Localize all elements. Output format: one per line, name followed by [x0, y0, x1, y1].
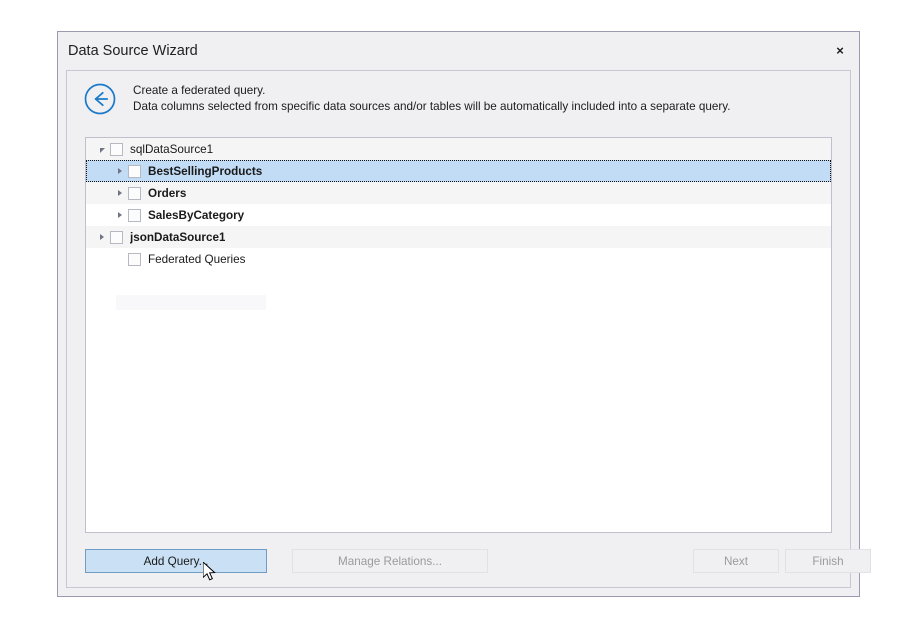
back-arrow-circle-icon[interactable]: [83, 82, 117, 116]
expander-expand-icon[interactable]: [112, 160, 128, 182]
tree-row-label: sqlDataSource1: [130, 142, 214, 156]
banner-description: Data columns selected from specific data…: [133, 100, 731, 113]
tree-row[interactable]: SalesByCategory: [86, 204, 831, 226]
tree-row[interactable]: jsonDataSource1: [86, 226, 831, 248]
row-checkbox[interactable]: [128, 252, 141, 266]
add-query-button[interactable]: Add Query...: [85, 549, 267, 573]
row-checkbox[interactable]: [128, 186, 141, 200]
dialog-footer: Add Query... Manage Relations... Next Fi…: [85, 549, 871, 573]
expander-expand-icon[interactable]: [94, 226, 110, 248]
tree-row[interactable]: BestSellingProducts: [86, 160, 831, 182]
dialog-content-frame: Create a federated query. Data columns s…: [66, 70, 871, 588]
expander-expand-icon[interactable]: [112, 182, 128, 204]
expander-expand-icon[interactable]: [112, 204, 128, 226]
expander-collapse-icon[interactable]: [94, 138, 110, 160]
ghost-artifact: [116, 295, 266, 310]
wizard-banner: Create a federated query. Data columns s…: [67, 71, 850, 127]
tree-row-label: jsonDataSource1: [130, 230, 226, 244]
tree-row-container: sqlDataSource1 BestSellingProducts Orders S…: [86, 138, 831, 270]
row-checkbox[interactable]: [128, 208, 141, 222]
manage-relations-button[interactable]: Manage Relations...: [292, 549, 488, 573]
close-icon[interactable]: ×: [827, 38, 853, 62]
row-checkbox[interactable]: [110, 142, 123, 156]
data-source-wizard-dialog: Data Source Wizard × Create a federated …: [57, 31, 871, 597]
data-source-tree-panel[interactable]: sqlDataSource1 BestSellingProducts Orders S…: [85, 137, 832, 533]
tree-row-label: Orders: [148, 186, 187, 200]
next-button[interactable]: Next: [693, 549, 779, 573]
row-checkbox[interactable]: [110, 230, 123, 244]
tree-row[interactable]: Federated Queries: [86, 248, 831, 270]
tree-row[interactable]: sqlDataSource1: [86, 138, 831, 160]
dialog-titlebar: Data Source Wizard ×: [58, 32, 859, 70]
banner-heading: Create a federated query.: [133, 84, 266, 97]
tree-row-label: BestSellingProducts: [148, 164, 263, 178]
row-checkbox[interactable]: [128, 164, 141, 178]
dialog-title: Data Source Wizard: [68, 43, 198, 59]
tree-row-label: Federated Queries: [148, 252, 246, 266]
finish-button[interactable]: Finish: [785, 549, 871, 573]
tree-row-label: SalesByCategory: [148, 208, 245, 222]
banner-text-block: Create a federated query. Data columns s…: [133, 83, 730, 115]
tree-row[interactable]: Orders: [86, 182, 831, 204]
